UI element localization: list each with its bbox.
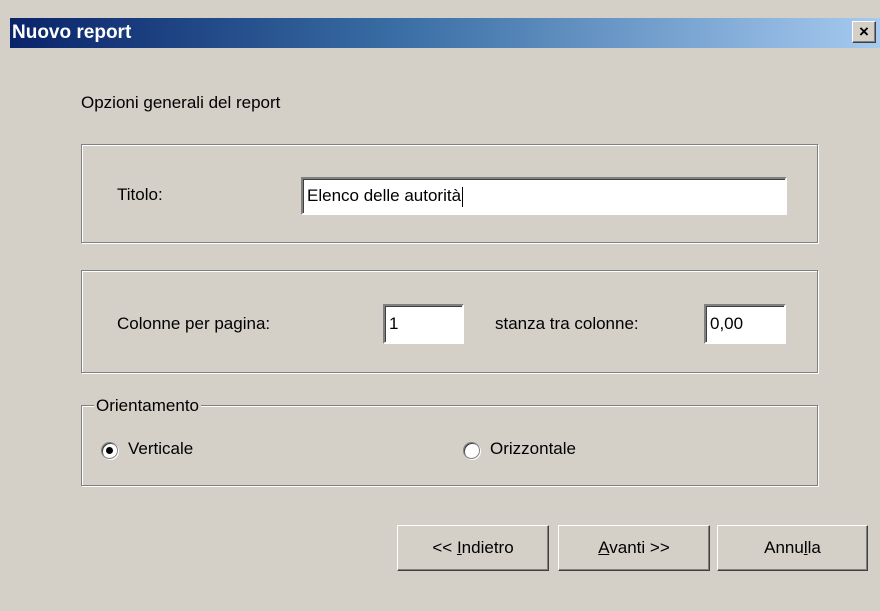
radio-vertical[interactable] [101,442,118,459]
radio-vertical-label[interactable]: Verticale [128,439,193,459]
close-button[interactable]: × [852,21,876,43]
next-button-mnemonic: A [598,538,610,557]
new-report-dialog: Nuovo report × Opzioni generali del repo… [0,0,880,611]
columns-per-page-input[interactable]: 1 [383,304,464,344]
text-caret [462,186,464,207]
close-icon: × [859,22,869,41]
window-title: Nuovo report [12,22,132,43]
columns-per-page-value: 1 [389,314,399,333]
page-subtitle: Opzioni generali del report [81,93,281,112]
radio-horizontal-label[interactable]: Orizzontale [490,439,576,459]
radio-horizontal[interactable] [463,442,480,459]
radio-selected-dot [106,447,113,454]
orientation-legend: Orientamento [94,396,201,416]
back-button[interactable]: << Indietro [397,525,549,571]
column-spacing-value: 0,00 [710,314,744,333]
next-button[interactable]: Avanti >> [558,525,710,571]
cancel-button-rest: la [807,538,821,557]
title-bar[interactable]: Nuovo report × [10,18,880,48]
title-input[interactable]: Elenco delle autorità [301,177,787,215]
column-spacing-label: stanza tra colonne: [495,314,639,333]
cancel-button-prefix: Annu [764,538,804,557]
title-label: Titolo: [117,185,163,204]
column-spacing-input[interactable]: 0,00 [704,304,786,344]
back-button-rest: ndietro [461,538,514,557]
columns-per-page-label: Colonne per pagina: [117,314,271,333]
cancel-button[interactable]: Annulla [717,525,868,571]
next-button-rest: vanti >> [609,538,670,557]
back-button-prefix: << [432,538,457,557]
title-input-value: Elenco delle autorità [307,186,462,205]
